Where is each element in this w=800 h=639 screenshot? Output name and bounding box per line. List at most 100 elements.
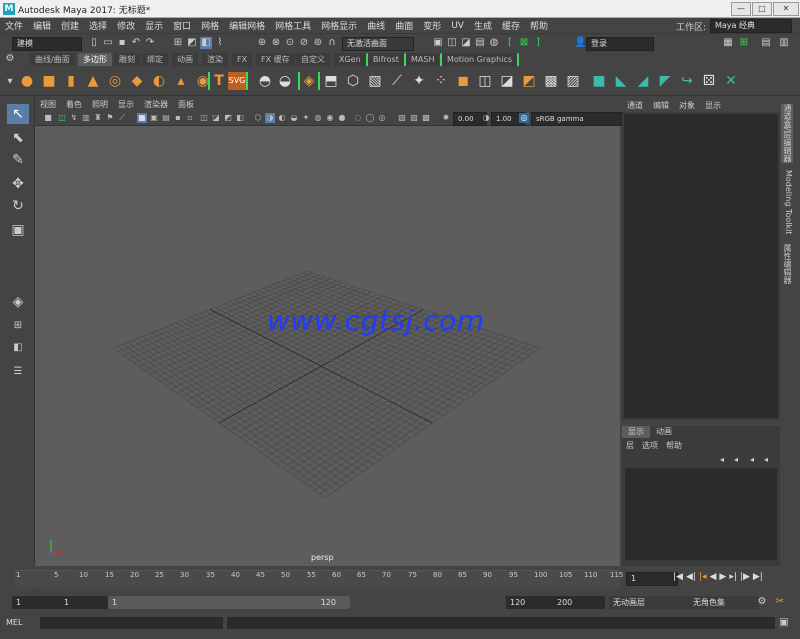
menu-curves[interactable]: 曲线 (362, 19, 390, 32)
harden-edge-icon[interactable]: ✕ (722, 72, 740, 90)
menu-cache[interactable]: 缓存 (497, 19, 525, 32)
xray-active-icon[interactable]: ◒ (289, 113, 299, 123)
poly-cube-icon[interactable]: ■ (40, 72, 58, 90)
lights-icon[interactable]: ▪ (173, 113, 183, 123)
open-scene-icon[interactable]: ▭ (102, 37, 114, 49)
channels-menu[interactable]: 通道 (622, 100, 648, 111)
paint-select-icon[interactable]: ■ (590, 72, 608, 90)
move-layer-up-icon[interactable]: ◂ (716, 454, 728, 466)
tab-rendering[interactable]: 渲染 (202, 53, 228, 66)
gamma-icon[interactable]: ◑ (481, 113, 491, 123)
smooth-shade-icon[interactable]: ▣ (149, 113, 159, 123)
menu-file[interactable]: 文件 (0, 19, 28, 32)
quadrangulate-icon[interactable]: ↪ (678, 72, 696, 90)
viewport-persp[interactable]: www.cgtsj.com persp M (35, 126, 620, 566)
menu-uv[interactable]: UV (446, 21, 469, 31)
gate-mask-icon[interactable]: ◎ (377, 113, 387, 123)
tab-mash[interactable]: MASH (404, 53, 440, 66)
panel-menu-show[interactable]: 显示 (113, 99, 139, 110)
reduce-icon[interactable]: ◣ (612, 72, 630, 90)
menu-mesh[interactable]: 网格 (196, 19, 224, 32)
bevel-icon[interactable]: ▧ (366, 72, 384, 90)
backface-icon[interactable]: ◍ (313, 113, 323, 123)
menu-edit-mesh[interactable]: 编辑网格 (224, 19, 270, 32)
combine-icon[interactable]: ◓ (256, 72, 274, 90)
quad-draw-icon[interactable]: ◼ (454, 72, 472, 90)
time-ruler[interactable]: 1 5 10 15 20 25 30 35 40 45 50 55 60 65 70 75 80 85 90 95 10… (14, 570, 644, 587)
side-tab-modeling-toolkit[interactable]: Modeling Toolkit (781, 170, 793, 234)
poly-plane-icon[interactable]: ◆ (128, 72, 146, 90)
anim-layer-dropdown[interactable]: 无动画层 (609, 596, 691, 609)
resolution-gate-icon[interactable]: ⟋ (117, 113, 127, 123)
new-layer-from-selected-icon[interactable]: ◂ (760, 454, 772, 466)
poly-disc-icon[interactable]: ◐ (150, 72, 168, 90)
panel-menu-shading[interactable]: 着色 (61, 99, 87, 110)
tab-motion-graphics[interactable]: Motion Graphics (440, 53, 519, 66)
menu-mesh-display[interactable]: 网格显示 (316, 19, 362, 32)
depth-of-field-icon[interactable]: ◧ (235, 113, 245, 123)
tab-curves-surfaces[interactable]: 曲线/曲面 (30, 53, 75, 66)
lasso-tool-icon[interactable]: ⬉ (7, 128, 29, 148)
auto-uv-icon[interactable]: ▨ (564, 72, 582, 90)
view-transform-icon[interactable]: ◎ (519, 113, 529, 123)
save-scene-icon[interactable]: ▪ (116, 37, 128, 49)
hypershade-icon[interactable]: ◍ (488, 37, 500, 49)
shelf-settings-icon[interactable]: ⚙ (4, 53, 16, 65)
panel-menu-renderer[interactable]: 渲染器 (139, 99, 173, 110)
attribute-editor-toggle-icon[interactable]: ] (532, 37, 544, 49)
auto-key-icon[interactable]: ⚙ (756, 596, 768, 608)
go-to-end-icon[interactable]: ▶| (753, 572, 763, 582)
viewport2-settings-icon[interactable]: ▧ (397, 113, 407, 123)
planar-uv-icon[interactable]: ▩ (542, 72, 560, 90)
minimize-button[interactable]: — (731, 2, 751, 16)
menu-edit[interactable]: 编辑 (28, 19, 56, 32)
select-hierarchy-icon[interactable]: ⊞ (172, 37, 184, 49)
cleanup-icon[interactable]: ◢ (634, 72, 652, 90)
xray-icon[interactable]: ◑ (265, 113, 275, 123)
layers-menu[interactable]: 层 (622, 440, 638, 452)
side-tab-attribute-editor[interactable]: 属性编辑器 (781, 244, 793, 284)
camera-attributes-icon[interactable]: ◫ (57, 113, 67, 123)
menu-surfaces[interactable]: 曲面 (390, 19, 418, 32)
color-management-icon[interactable]: ▩ (421, 113, 431, 123)
range-slider[interactable]: 1 120 (108, 596, 350, 609)
play-forwards-icon[interactable]: ▶ (719, 572, 726, 582)
isolate-select-icon[interactable]: ⬡ (253, 113, 263, 123)
lasso-icon[interactable]: ⌇ (214, 37, 226, 49)
undo-icon[interactable]: ↶ (130, 37, 142, 49)
poly-cone-icon[interactable]: ▲ (84, 72, 102, 90)
toggle-tool-settings-icon[interactable]: ▥ (778, 37, 790, 49)
new-layer-icon[interactable]: ◂ (746, 454, 758, 466)
tab-rigging[interactable]: 绑定 (142, 53, 168, 66)
menu-select[interactable]: 选择 (84, 19, 112, 32)
play-backwards-icon[interactable]: ◀ (710, 572, 717, 582)
menu-deform[interactable]: 变形 (418, 19, 446, 32)
motion-blur-icon[interactable]: ◪ (211, 113, 221, 123)
triangulate-icon[interactable]: ◤ (656, 72, 674, 90)
shaded-wireframe-icon[interactable]: ✦ (301, 113, 311, 123)
outliner-layout-icon[interactable]: ☰ (7, 362, 29, 382)
svg-tool-icon[interactable]: SVG (228, 72, 248, 90)
playback-start-field[interactable]: 1 (60, 596, 110, 609)
login-dropdown[interactable]: 登录 (586, 37, 654, 51)
poly-cylinder-icon[interactable]: ▮ (62, 72, 80, 90)
layer-options-menu[interactable]: 选项 (638, 440, 662, 452)
workspace-dropdown[interactable]: Maya 经典 (710, 19, 792, 33)
connect-icon[interactable]: ⁘ (432, 72, 450, 90)
select-component-icon[interactable]: ◧ (200, 37, 212, 49)
layer-list[interactable] (625, 468, 777, 560)
separate-icon[interactable]: ◒ (276, 72, 294, 90)
move-layer-down-icon[interactable]: ◂ (730, 454, 742, 466)
poly-sphere-icon[interactable]: ● (18, 72, 36, 90)
shadows-icon[interactable]: ▫ (185, 113, 195, 123)
redo-icon[interactable]: ↷ (144, 37, 156, 49)
grid-toggle-icon[interactable]: ♜ (93, 113, 103, 123)
menu-generate[interactable]: 生成 (469, 19, 497, 32)
live-surface-field[interactable]: 无激活曲面 (342, 37, 414, 51)
single-perspective-icon[interactable]: ◈ (7, 292, 29, 312)
wireframe-icon[interactable]: ▦ (137, 113, 147, 123)
modeling-toolkit-icon[interactable]: ⊠ (518, 37, 530, 49)
paint-select-tool-icon[interactable]: ✎ (7, 150, 29, 170)
move-tool-icon[interactable]: ✥ (7, 174, 29, 194)
ipr-render-icon[interactable]: ◪ (460, 37, 472, 49)
